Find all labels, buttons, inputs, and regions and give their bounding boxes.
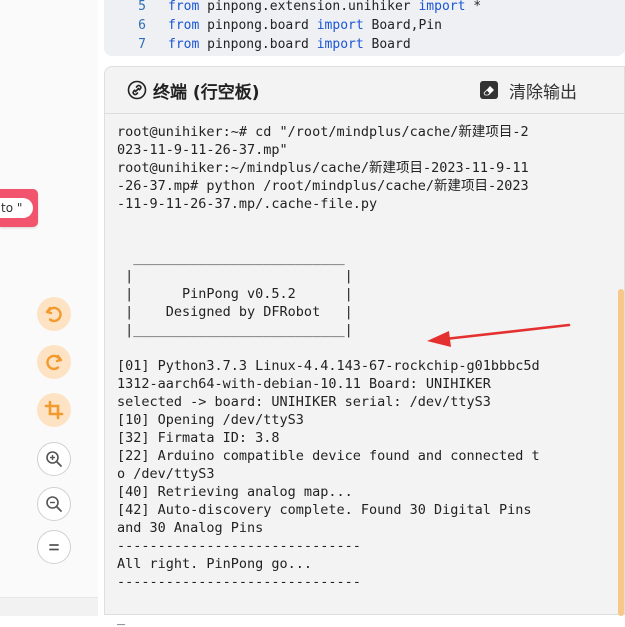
- terminal-line: | |: [117, 268, 353, 284]
- terminal-line: -11-9-11-26-37.mp/.cache-file.py: [117, 196, 378, 212]
- terminal-line: o /dev/ttyS3: [117, 466, 215, 482]
- terminal-line: root@unihiker:~# cd "/root/mindplus/cach…: [117, 124, 529, 140]
- terminal-header: 终端 (行空板) 清除输出: [105, 67, 624, 114]
- terminal-line: [32] Firmata ID: 3.8: [117, 430, 280, 446]
- terminal-line: _: [117, 610, 126, 626]
- terminal-line: and 30 Analog Pins: [117, 520, 264, 536]
- undo-button[interactable]: [37, 297, 71, 331]
- code-line: 6 from pinpong.board import Board,Pin: [104, 17, 442, 35]
- terminal-scrollbar[interactable]: [618, 289, 624, 616]
- reset-zoom-button[interactable]: [37, 530, 71, 564]
- terminal-line: All right. PinPong go...: [117, 556, 313, 572]
- terminal-line: selected -> board: UNIHIKER serial: /dev…: [117, 394, 491, 410]
- terminal-line: ------------------------------: [117, 538, 361, 554]
- clear-output-button[interactable]: 清除输出: [479, 79, 577, 103]
- code-block-text: to ": [0, 198, 33, 218]
- terminal-line: -26-37.mp# python /root/mindplus/cache/新…: [117, 178, 529, 194]
- zoom-in-icon: [46, 451, 62, 467]
- reset-zoom-icon: [49, 544, 59, 551]
- terminal-line: __________________________: [117, 250, 345, 266]
- undo-icon: [45, 306, 62, 323]
- terminal-title-text: 终端 (行空板): [153, 82, 260, 103]
- zoom-out-icon: [46, 496, 62, 512]
- terminal-line: 023-11-9-11-26-37.mp": [117, 142, 288, 158]
- line-number: 7: [138, 37, 146, 52]
- terminal-line: | PinPong v0.5.2 |: [117, 286, 353, 302]
- zoom-in-button[interactable]: [37, 442, 71, 476]
- link-icon: [127, 80, 147, 100]
- clear-output-label: 清除输出: [509, 82, 577, 103]
- line-number: 6: [138, 18, 146, 33]
- terminal-line: [10] Opening /dev/ttyS3: [117, 412, 304, 428]
- annotation-arrow: [427, 323, 571, 347]
- redo-button[interactable]: [37, 345, 71, 379]
- eraser-icon: [479, 80, 499, 100]
- terminal-line: [42] Auto-discovery complete. Found 30 D…: [117, 502, 532, 518]
- code-line: 7 from pinpong.board import Board: [104, 36, 410, 54]
- canvas-bottom-bar: [0, 597, 98, 616]
- code-line: 5 from pinpong.extension.unihiker import …: [104, 0, 481, 16]
- zoom-out-button[interactable]: [37, 487, 71, 521]
- code-editor[interactable]: 5 from pinpong.extension.unihiker import …: [104, 0, 625, 56]
- crop-icon: [44, 400, 64, 420]
- terminal-line: [22] Arduino compatible device found and…: [117, 448, 540, 464]
- terminal-output[interactable]: root@unihiker:~# cd "/root/mindplus/cach…: [117, 123, 597, 627]
- code-block[interactable]: to ": [0, 189, 38, 227]
- crop-button[interactable]: [37, 393, 71, 427]
- terminal-line: 1312-aarch64-with-debian-10.11 Board: UN…: [117, 376, 491, 392]
- line-number: 5: [138, 0, 146, 14]
- terminal-title: 终端 (行空板): [127, 79, 260, 103]
- redo-icon: [46, 354, 63, 371]
- terminal-line: [40] Retrieving analog map...: [117, 484, 353, 500]
- terminal-line: ------------------------------: [117, 574, 361, 590]
- terminal-line: [01] Python3.7.3 Linux-4.4.143-67-rockch…: [117, 358, 540, 374]
- terminal-panel: 终端 (行空板) 清除输出 root@unihiker:~# cd "/root…: [104, 66, 625, 626]
- terminal-line: root@unihiker:~/mindplus/cache/新建项目-2023…: [117, 160, 529, 176]
